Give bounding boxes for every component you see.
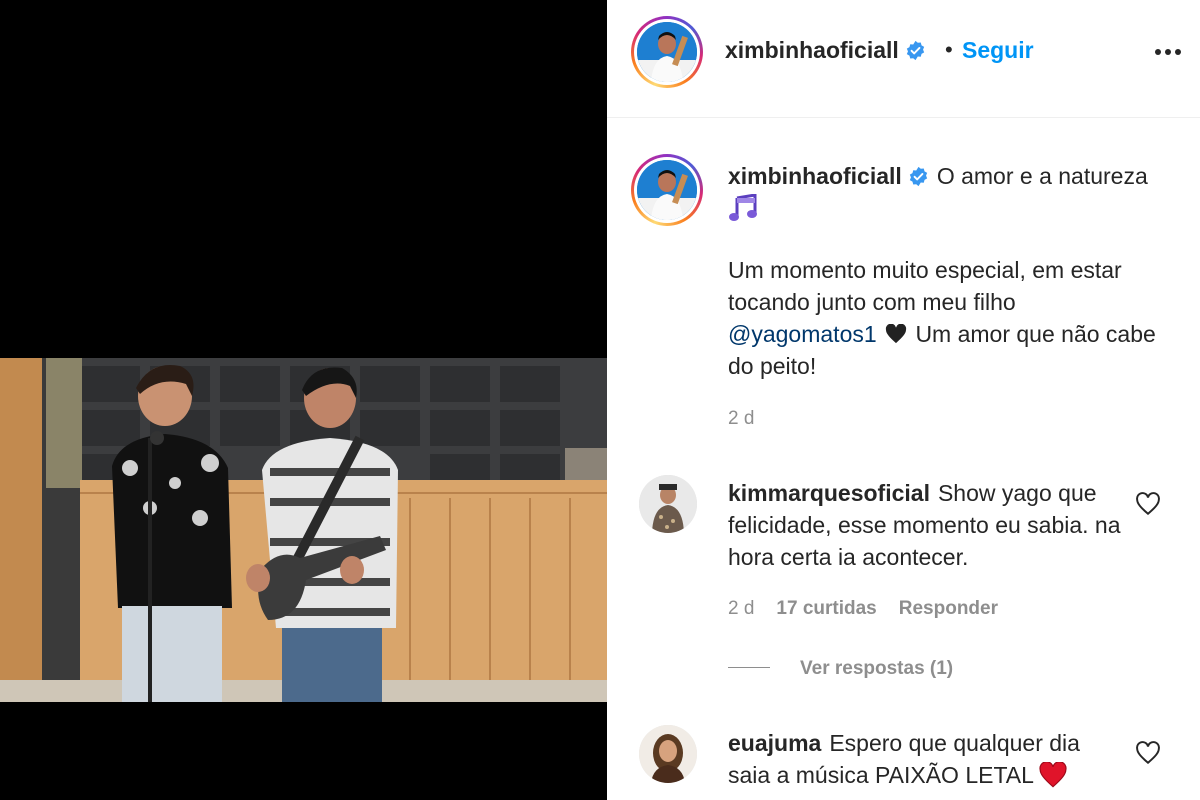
author-username: ximbinhaoficiall bbox=[725, 37, 899, 63]
black-heart-emoji bbox=[885, 324, 907, 344]
commenter-avatar[interactable] bbox=[639, 725, 697, 783]
verified-badge-icon bbox=[906, 40, 924, 61]
header-separator: • bbox=[945, 37, 953, 62]
caption-mention-link[interactable]: @yagomatos1 bbox=[728, 321, 877, 347]
caption-body-text: Um momento muito especial, em estar toca… bbox=[728, 257, 1122, 315]
follow-button[interactable]: Seguir bbox=[962, 37, 1034, 64]
comment-meta: 2 d 17 curtidas Responder bbox=[728, 598, 1020, 620]
view-replies-button[interactable]: Ver respostas (1) bbox=[728, 658, 953, 680]
caption-avatar-image bbox=[637, 160, 697, 220]
video-frame-image bbox=[0, 358, 607, 702]
verified-badge-icon bbox=[909, 166, 927, 187]
post-video[interactable] bbox=[0, 358, 607, 702]
red-heart-emoji bbox=[1039, 762, 1068, 788]
musical-notes-emoji bbox=[729, 194, 757, 221]
replies-divider bbox=[728, 667, 770, 668]
comment-likes[interactable]: 17 curtidas bbox=[776, 598, 876, 619]
post-media-pane[interactable] bbox=[0, 0, 607, 800]
caption-username[interactable]: ximbinhaoficiall bbox=[728, 163, 902, 189]
post-details-panel: ximbinhaoficiall • Seguir ximbinhaoficia… bbox=[607, 0, 1200, 800]
caption-author-avatar[interactable] bbox=[631, 154, 703, 226]
view-replies-label: Ver respostas (1) bbox=[800, 658, 954, 679]
author-avatar[interactable] bbox=[631, 16, 703, 88]
comment-body: euajuma Espero que qualquer dia saia a mú… bbox=[728, 727, 1128, 791]
post-timestamp[interactable]: 2 d bbox=[728, 408, 754, 430]
heart-outline-icon[interactable] bbox=[1135, 492, 1161, 516]
heart-outline-icon[interactable] bbox=[1135, 741, 1161, 765]
author-avatar-image bbox=[637, 22, 697, 82]
caption-title-text: O amor e a natureza bbox=[936, 163, 1148, 189]
commenter-avatar-image bbox=[639, 475, 697, 533]
comment-body: kimmarquesoficial Show yago que felicidad… bbox=[728, 477, 1128, 573]
commenter-avatar[interactable] bbox=[639, 475, 697, 533]
commenter-avatar-image bbox=[639, 725, 697, 783]
reply-button[interactable]: Responder bbox=[899, 598, 998, 619]
post-caption: ximbinhaoficiall O amor e a natureza Um m… bbox=[728, 160, 1168, 382]
post-header: ximbinhaoficiall • Seguir bbox=[607, 0, 1200, 118]
comment-username[interactable]: euajuma bbox=[728, 730, 821, 756]
comment-username[interactable]: kimmarquesoficial bbox=[728, 480, 930, 506]
author-username-link[interactable]: ximbinhaoficiall bbox=[725, 37, 926, 64]
comment-time[interactable]: 2 d bbox=[728, 598, 754, 619]
more-options-icon[interactable] bbox=[1153, 42, 1187, 62]
